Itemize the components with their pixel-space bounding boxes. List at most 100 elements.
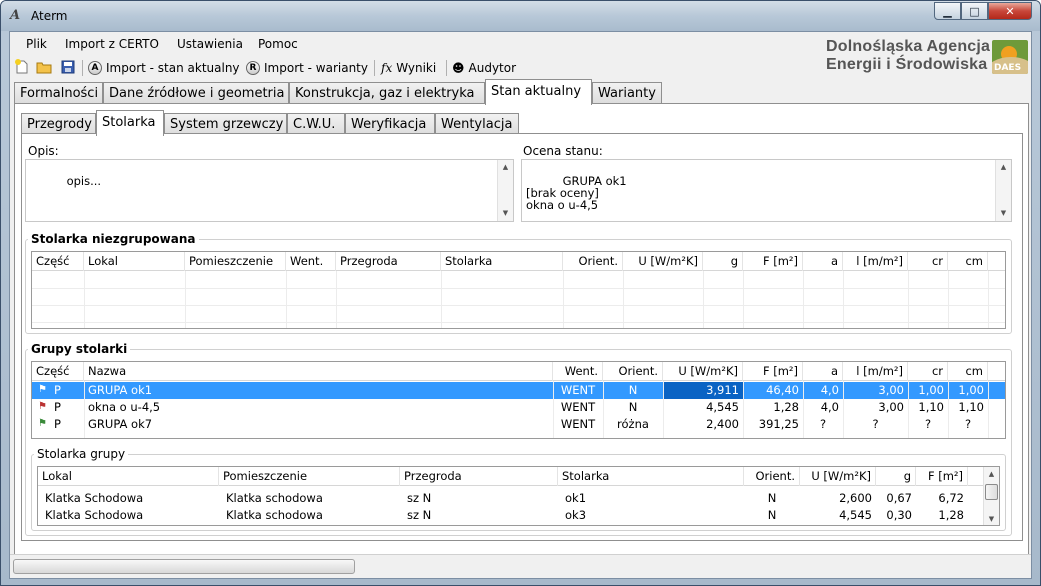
icol-f[interactable]: F [m²] — [916, 467, 968, 486]
import-a-icon: A — [88, 61, 102, 75]
close-icon: ✕ — [1005, 4, 1015, 18]
open-folder-icon[interactable] — [36, 59, 52, 75]
gcol-f[interactable]: F [m²] — [743, 362, 803, 381]
group-cell-name: okna o u-4,5 — [88, 400, 161, 414]
item-cell-joinery: ok3 — [565, 508, 587, 522]
group-cell-name: GRUPA ok7 — [88, 417, 153, 431]
tab-source-data[interactable]: Dane źródłowe i geometria — [103, 82, 289, 104]
col-joinery[interactable]: Stolarka — [441, 252, 563, 271]
group-items-table[interactable]: Lokal Pomieszczenie Przegroda Stolarka O… — [37, 466, 1000, 526]
gcol-u[interactable]: U [W/m²K] — [663, 362, 743, 381]
col-cr[interactable]: cr — [908, 252, 948, 271]
title-bar[interactable]: A Aterm ▁ □ ✕ — [1, 1, 1040, 31]
icol-partition[interactable]: Przegroda — [400, 467, 558, 486]
icol-g[interactable]: g — [876, 467, 916, 486]
gcol-a[interactable]: a — [803, 362, 843, 381]
maximize-button[interactable]: □ — [961, 2, 988, 20]
col-f[interactable]: F [m²] — [743, 252, 803, 271]
gcol-vent[interactable]: Went. — [553, 362, 603, 381]
status-bar — [10, 554, 1031, 578]
tab-ventilation[interactable]: Wentylacja — [435, 113, 519, 135]
import-current-button[interactable]: A Import - stan aktualny — [88, 59, 240, 77]
item-cell-u: 4,545 — [839, 508, 872, 522]
group-item-row[interactable]: Klatka Schodowa Klatka schodowa sz N ok1… — [38, 490, 999, 507]
item-cell-room: Klatka schodowa — [226, 491, 323, 505]
group-cell-part: P — [54, 417, 61, 431]
groups-group: Grupy stolarki Część Nazwa Went. Orient.… — [25, 342, 1012, 536]
auditor-label: Audytor — [468, 61, 517, 75]
client-area: Plik Import z CERTO Ustawienia Pomoc A I… — [9, 31, 1032, 579]
tab-construction[interactable]: Konstrukcja, gaz i elektryka — [289, 82, 485, 104]
gcol-cr[interactable]: cr — [908, 362, 948, 381]
tab-heating[interactable]: System grzewczy — [164, 113, 287, 135]
menu-import-certo[interactable]: Import z CERTO — [65, 37, 159, 51]
menu-file[interactable]: Plik — [26, 37, 47, 51]
description-field[interactable]: opis... ▲ ▼ — [25, 159, 514, 222]
group-cell-orient: różna — [617, 417, 649, 431]
minimize-button[interactable]: ▁ — [934, 2, 961, 20]
icol-orient[interactable]: Orient. — [744, 467, 800, 486]
flag-icon: ⚑ — [38, 418, 47, 429]
new-file-icon[interactable] — [14, 59, 30, 75]
import-variants-button[interactable]: R Import - warianty — [246, 59, 368, 77]
tab-joinery[interactable]: Stolarka — [96, 110, 164, 136]
item-cell-joinery: ok1 — [565, 491, 587, 505]
groups-table[interactable]: Część Nazwa Went. Orient. U [W/m²K] F [m… — [31, 361, 1006, 439]
gcol-l[interactable]: l [m/m²] — [843, 362, 908, 381]
logo-badge: DAES — [992, 40, 1028, 74]
gcol-cm[interactable]: cm — [948, 362, 988, 381]
group-row[interactable]: ⚑ P okna o u-4,5 WENT N 4,545 1,28 4,0 3… — [32, 399, 1005, 416]
tab-formalities[interactable]: Formalności — [14, 82, 103, 104]
col-partition[interactable]: Przegroda — [336, 252, 441, 271]
auditor-button[interactable]: ☻ Audytor — [452, 59, 516, 77]
tab-partitions[interactable]: Przegrody — [21, 113, 96, 135]
results-button[interactable]: fx Wyniki — [381, 59, 436, 77]
assessment-field[interactable]: GRUPA ok1 [brak oceny] okna o u-4,5 ▲ ▼ — [521, 159, 1012, 222]
horizontal-scrollbar[interactable] — [13, 559, 355, 574]
logo-badge-text: DAES — [994, 63, 1022, 73]
icol-room[interactable]: Pomieszczenie — [219, 467, 400, 486]
tab-hot-water[interactable]: C.W.U. — [287, 113, 345, 135]
gcol-name[interactable]: Nazwa — [84, 362, 553, 381]
gcol-part[interactable]: Część — [32, 362, 84, 381]
col-room[interactable]: Pomieszczenie — [185, 252, 286, 271]
item-cell-premises: Klatka Schodowa — [45, 508, 144, 522]
item-cell-partition: sz N — [407, 508, 432, 522]
gcol-orient[interactable]: Orient. — [603, 362, 663, 381]
description-scrollbar[interactable]: ▲ ▼ — [497, 160, 513, 221]
menu-bar: Plik Import z CERTO Ustawienia Pomoc — [10, 32, 770, 54]
tab-variants[interactable]: Warianty — [592, 82, 662, 104]
close-button[interactable]: ✕ — [988, 2, 1032, 20]
item-cell-room: Klatka schodowa — [226, 508, 323, 522]
col-l[interactable]: l [m/m²] — [843, 252, 908, 271]
col-a[interactable]: a — [803, 252, 843, 271]
group-row[interactable]: ⚑ P GRUPA ok1 WENT N 3,911 46,40 4,0 3,0… — [32, 382, 1005, 399]
col-vent[interactable]: Went. — [286, 252, 336, 271]
col-premises[interactable]: Lokal — [84, 252, 185, 271]
col-cm[interactable]: cm — [948, 252, 988, 271]
group-cell-cm: 1,10 — [958, 400, 984, 414]
group-items-scrollbar[interactable]: ▲ ▼ — [983, 467, 999, 525]
window-title: Aterm — [31, 9, 68, 23]
icol-joinery[interactable]: Stolarka — [558, 467, 744, 486]
tab-verification[interactable]: Weryfikacja — [345, 113, 435, 135]
description-label: Opis: — [28, 144, 59, 158]
col-u[interactable]: U [W/m²K] — [623, 252, 703, 271]
import-variants-label: Import - warianty — [264, 61, 368, 75]
menu-help[interactable]: Pomoc — [258, 37, 298, 51]
daes-logo: Dolnośląska Agencja Energii i Środowiska… — [824, 38, 1029, 78]
icol-u[interactable]: U [W/m²K] — [800, 467, 876, 486]
icol-premises[interactable]: Lokal — [38, 467, 219, 486]
col-orient[interactable]: Orient. — [563, 252, 623, 271]
group-row[interactable]: ⚑ P GRUPA ok7 WENT różna 2,400 391,25 ? … — [32, 416, 1005, 433]
group-item-row[interactable]: Klatka Schodowa Klatka schodowa sz N ok3… — [38, 507, 999, 524]
scroll-thumb[interactable] — [985, 484, 998, 500]
col-part[interactable]: Część — [32, 252, 84, 271]
col-g[interactable]: g — [703, 252, 743, 271]
assessment-scrollbar[interactable]: ▲ ▼ — [995, 160, 1011, 221]
ungrouped-table[interactable]: Część Lokal Pomieszczenie Went. Przegrod… — [31, 251, 1006, 329]
save-icon[interactable] — [60, 59, 76, 75]
import-current-label: Import - stan aktualny — [106, 61, 240, 75]
tab-current-state[interactable]: Stan aktualny — [485, 79, 592, 105]
menu-settings[interactable]: Ustawienia — [177, 37, 243, 51]
